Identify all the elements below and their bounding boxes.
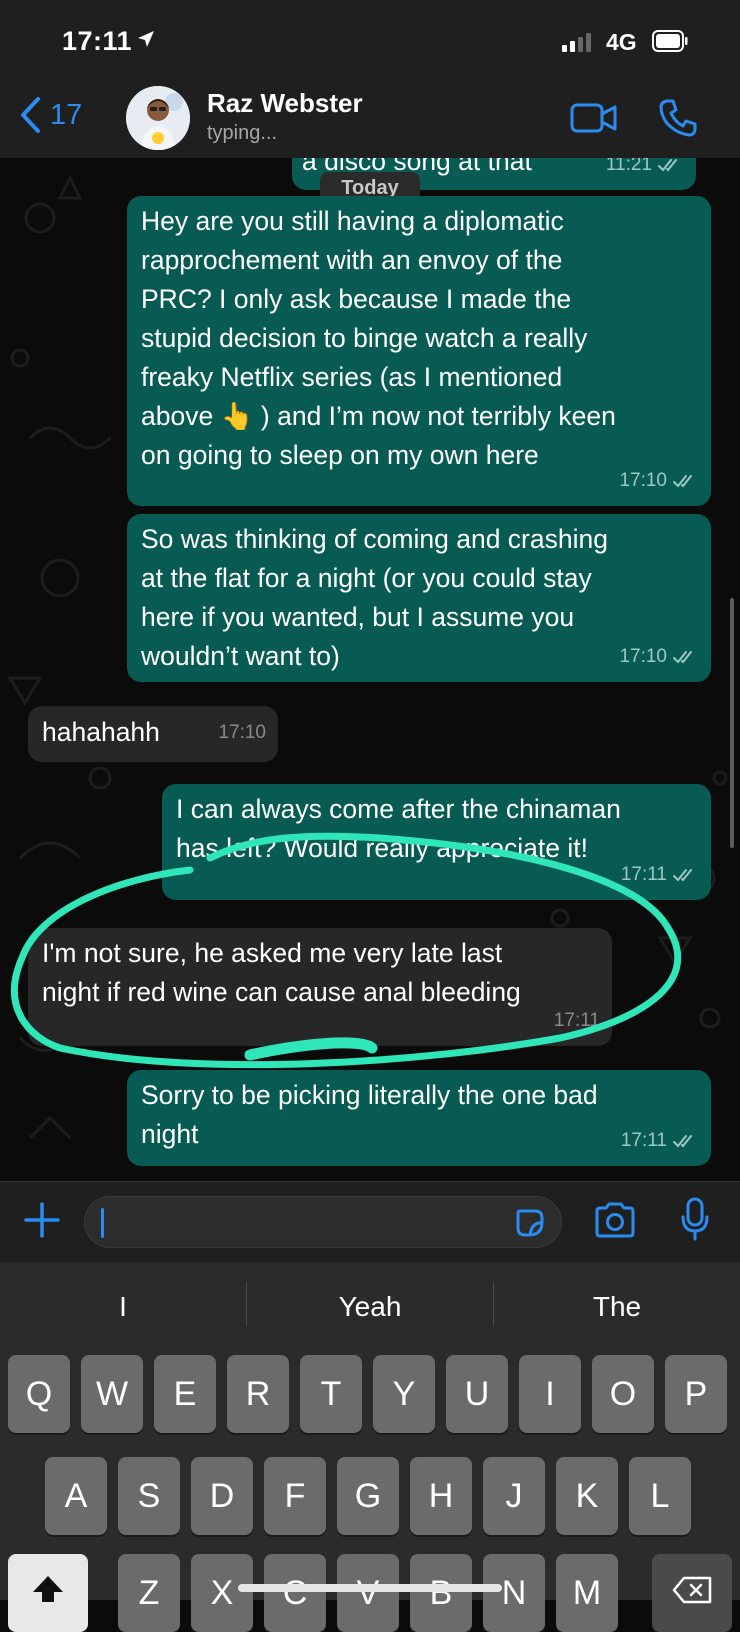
message-meta: 17:10 — [619, 637, 699, 676]
message-time: 17:10 — [619, 470, 667, 491]
key-l[interactable]: L — [629, 1457, 691, 1535]
message-input[interactable] — [84, 1196, 562, 1248]
message-text: I'm not sure, he asked me very late last… — [42, 938, 521, 1007]
message-meta: 17:11 — [621, 855, 699, 894]
key-u[interactable]: U — [446, 1355, 508, 1433]
message-time: 17:11 — [620, 1130, 667, 1151]
message-list[interactable]: a disco song at that 11:21 Today Hey are… — [0, 158, 740, 1181]
home-indicator[interactable] — [238, 1584, 502, 1592]
message-meta: 11:21 — [606, 158, 684, 184]
key-f[interactable]: F — [264, 1457, 326, 1535]
double-check-icon — [673, 474, 692, 487]
status-time: 17:11 — [62, 26, 133, 56]
suggestion-3[interactable]: The — [494, 1262, 740, 1352]
keyboard: I Yeah The Q W E R T Y U I O P A S D F G… — [0, 1262, 740, 1632]
key-a[interactable]: A — [45, 1457, 107, 1535]
message-time: 17:11 — [620, 864, 667, 885]
key-d[interactable]: D — [191, 1457, 253, 1535]
key-b[interactable]: B — [410, 1554, 472, 1632]
key-p[interactable]: P — [665, 1355, 727, 1433]
plus-icon[interactable] — [22, 1200, 62, 1240]
message-meta: 17:11 — [621, 1121, 699, 1160]
key-n[interactable]: N — [483, 1554, 545, 1632]
network-type: 4G — [606, 29, 637, 55]
key-t[interactable]: T — [300, 1355, 362, 1433]
unread-count: 17 — [50, 98, 83, 131]
avatar[interactable] — [126, 86, 190, 150]
text-caret — [101, 1208, 104, 1238]
double-check-icon — [673, 1134, 692, 1147]
key-e[interactable]: E — [154, 1355, 216, 1433]
key-z[interactable]: Z — [118, 1554, 180, 1632]
back-button[interactable]: 17 — [18, 96, 82, 134]
key-w[interactable]: W — [81, 1355, 143, 1433]
incoming-message[interactable]: I'm not sure, he asked me very late last… — [28, 928, 612, 1046]
predictive-bar: I Yeah The — [0, 1262, 740, 1352]
key-j[interactable]: J — [483, 1457, 545, 1535]
camera-icon[interactable] — [594, 1202, 636, 1238]
key-r[interactable]: R — [227, 1355, 289, 1433]
key-g[interactable]: G — [337, 1457, 399, 1535]
key-k[interactable]: K — [556, 1457, 618, 1535]
key-c[interactable]: C — [264, 1554, 326, 1632]
key-y[interactable]: Y — [373, 1355, 435, 1433]
contact-name[interactable]: Raz Webster — [207, 88, 363, 119]
key-o[interactable]: O — [592, 1355, 654, 1433]
contact-status: typing... — [207, 122, 278, 144]
outgoing-message[interactable]: So was thinking of coming and crashing a… — [127, 514, 711, 682]
video-camera-icon[interactable] — [570, 102, 618, 134]
message-time: 17:10 — [619, 646, 667, 667]
key-s[interactable]: S — [118, 1457, 180, 1535]
phone-icon[interactable] — [658, 98, 698, 138]
microphone-icon[interactable] — [680, 1197, 710, 1241]
key-q[interactable]: Q — [8, 1355, 70, 1433]
double-check-icon — [658, 158, 677, 171]
message-time: 17:11 — [553, 1010, 600, 1031]
suggestion-2[interactable]: Yeah — [247, 1262, 493, 1352]
suggestion-1[interactable]: I — [0, 1262, 246, 1352]
double-check-icon — [673, 650, 692, 663]
scroll-indicator[interactable] — [730, 598, 734, 848]
message-text: Hey are you still having a diplomatic ra… — [141, 206, 616, 470]
battery-icon — [652, 30, 688, 52]
location-arrow-icon — [138, 31, 154, 47]
status-bar: 17:11 4G — [0, 0, 740, 80]
key-m[interactable]: M — [556, 1554, 618, 1632]
outgoing-message[interactable]: Sorry to be picking literally the one ba… — [127, 1070, 711, 1166]
incoming-message[interactable]: hahahahh 17:10 — [28, 706, 278, 762]
message-composer — [0, 1181, 740, 1262]
key-v[interactable]: V — [337, 1554, 399, 1632]
shift-key[interactable] — [8, 1554, 88, 1632]
backspace-key[interactable] — [652, 1554, 732, 1632]
message-meta: 17:10 — [619, 461, 699, 500]
message-time: 11:21 — [605, 158, 652, 175]
double-check-icon — [673, 868, 692, 881]
chevron-left-icon — [21, 97, 40, 133]
outgoing-message[interactable]: I can always come after the chinaman has… — [162, 784, 711, 900]
avatar-image — [126, 86, 190, 150]
key-i[interactable]: I — [519, 1355, 581, 1433]
cellular-signal-icon — [562, 33, 591, 52]
sticker-icon[interactable] — [515, 1208, 545, 1238]
chat-header: 17 Raz Webster typing... — [0, 80, 740, 159]
message-time: 17:10 — [218, 722, 266, 743]
key-x[interactable]: X — [191, 1554, 253, 1632]
outgoing-message[interactable]: Hey are you still having a diplomatic ra… — [127, 196, 711, 506]
key-h[interactable]: H — [410, 1457, 472, 1535]
